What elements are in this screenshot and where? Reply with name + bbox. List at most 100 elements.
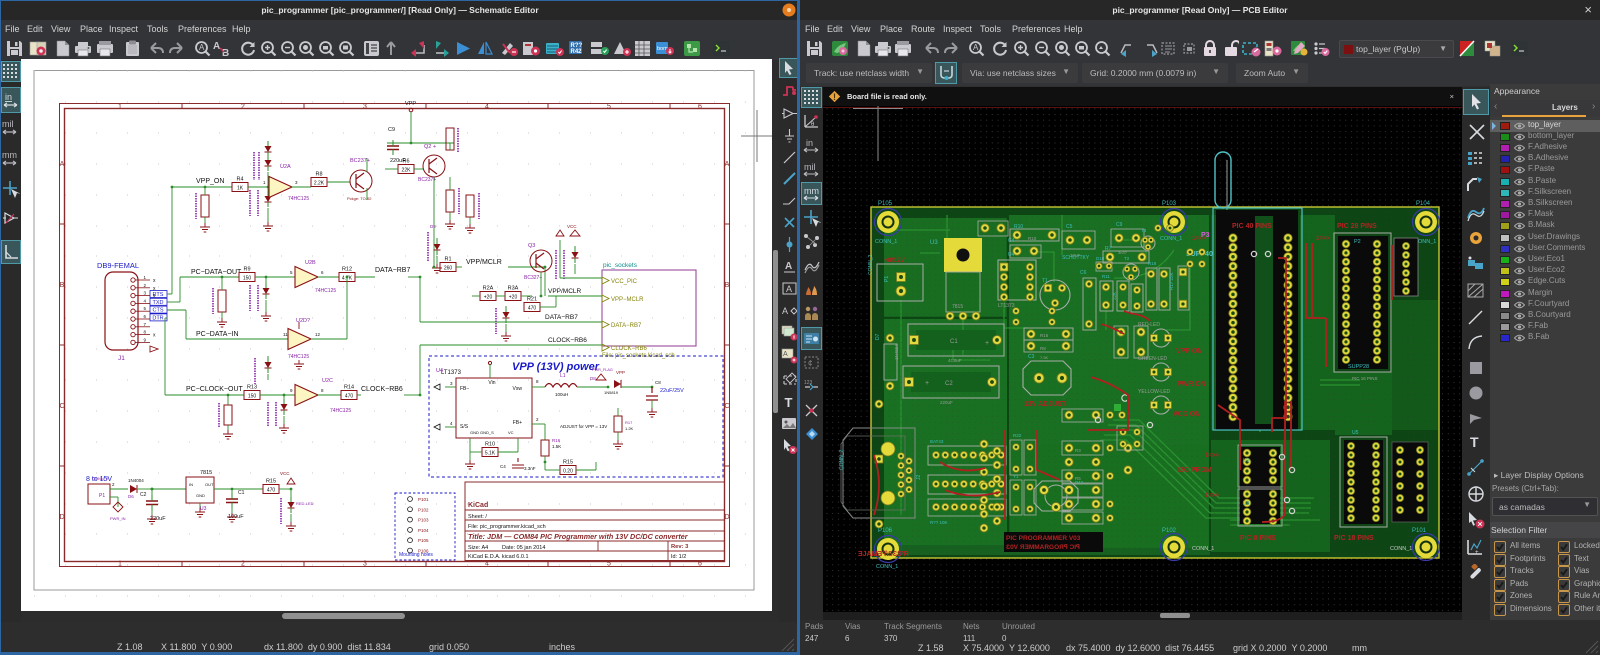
svg-text:DATA−RB7: DATA−RB7 (611, 323, 642, 329)
svg-text:VPP/MCLR: VPP/MCLR (466, 259, 502, 266)
svg-text:R16: R16 (1040, 333, 1049, 338)
svg-text:11: 11 (283, 332, 288, 337)
svg-text:R15: R15 (266, 479, 276, 485)
svg-text:BC327+: BC327+ (524, 275, 542, 281)
svg-text:74HC125: 74HC125 (288, 196, 309, 202)
svg-text:C2: C2 (945, 381, 953, 387)
svg-text:1=>>: 1=>> (1192, 236, 1206, 242)
svg-text:KiCad: KiCad (468, 502, 488, 509)
svg-text:CLOCK−RB6: CLOCK−RB6 (611, 346, 648, 352)
svg-text:13V ADJUST: 13V ADJUST (1024, 401, 1067, 408)
svg-text:R17: R17 (625, 420, 633, 425)
svg-text:6: 6 (698, 561, 702, 568)
svg-text:GND: GND (470, 430, 479, 435)
svg-text:B: B (60, 282, 65, 289)
svg-text:Pckge: TO-92: Pckge: TO-92 (347, 196, 372, 201)
svg-text:U2A: U2A (280, 164, 291, 170)
svg-text:C4: C4 (1008, 238, 1015, 244)
svg-text:D6: D6 (128, 494, 134, 499)
svg-text:1=>>: 1=>> (1205, 453, 1219, 459)
svg-text:Vin: Vin (488, 380, 495, 386)
svg-text:R17 22K: R17 22K (1169, 272, 1174, 290)
svg-text:Q2 +: Q2 + (424, 144, 436, 150)
svg-text:1.5K: 1.5K (552, 444, 561, 449)
svg-text:VPP−MCLR: VPP−MCLR (611, 297, 644, 303)
svg-text:U2C: U2C (322, 378, 333, 384)
svg-text:P4?: P4? (1075, 480, 1084, 485)
svg-text:PC−DATA−IN: PC−DATA−IN (196, 331, 239, 338)
svg-text:I2C PROM: I2C PROM (1178, 467, 1212, 474)
svg-text:5: 5 (607, 103, 611, 110)
svg-text:470: 470 (528, 306, 537, 312)
svg-text:DTR: DTR (152, 315, 163, 321)
svg-text:T3: T3 (1141, 228, 1147, 233)
svg-text:+: + (1475, 550, 1479, 556)
svg-text:C: C (724, 403, 729, 410)
svg-text:ƎJAMƎꟻ\SƐS’R: ƎJAMƎꟻ\SƐS’R (858, 550, 909, 558)
svg-text:P102: P102 (1162, 528, 1177, 534)
svg-text:P1: P1 (884, 276, 890, 282)
svg-text:R4: R4 (236, 177, 243, 183)
svg-text:22uF/25V: 22uF/25V (660, 388, 684, 394)
svg-text:4: 4 (485, 561, 489, 568)
svg-text:RTS: RTS (153, 292, 164, 298)
svg-text:LT1373: LT1373 (998, 303, 1015, 309)
svg-text:C9: C9 (388, 127, 395, 133)
svg-text:0.20: 0.20 (563, 469, 573, 475)
svg-text:SCHOTTKY: SCHOTTKY (1062, 255, 1090, 261)
svg-text:1N5819: 1N5819 (604, 390, 619, 395)
svg-text:YELLOW-LED: YELLOW-LED (1138, 389, 1171, 395)
svg-text:D: D (724, 514, 729, 521)
svg-text:A: A (785, 261, 792, 272)
svg-text:P2: P2 (1354, 239, 1361, 245)
svg-text:VCC_PIC: VCC_PIC (611, 279, 638, 285)
svg-text:J1: J1 (118, 355, 125, 362)
svg-text:Q3: Q3 (528, 243, 535, 249)
svg-text:R16: R16 (552, 438, 561, 443)
svg-text:TXD: TXD (153, 300, 164, 306)
svg-text:470: 470 (345, 394, 354, 400)
svg-text:Title: JDM — COM84 PIC Program: Title: JDM — COM84 PIC Programmer with 1… (468, 532, 689, 541)
svg-text:SUPP28: SUPP28 (1348, 364, 1369, 370)
svg-text:R11: R11 (1102, 274, 1110, 279)
svg-text:7815: 7815 (200, 470, 212, 476)
svg-text:2.2K: 2.2K (314, 181, 325, 187)
svg-text:PWR ON: PWR ON (1177, 381, 1206, 388)
svg-text:6: 6 (698, 103, 702, 110)
svg-text:R7: R7 (1105, 246, 1112, 252)
svg-text:4: 4 (485, 103, 489, 110)
svg-text:U3: U3 (930, 240, 938, 246)
svg-text:R10: R10 (485, 442, 495, 448)
svg-text:CLOCK−RB6: CLOCK−RB6 (548, 337, 587, 344)
svg-text:PIC 40 PINS: PIC 40 PINS (1232, 223, 1272, 230)
svg-text:R10: R10 (1028, 236, 1037, 241)
svg-text:PIC 18 PINS: PIC 18 PINS (1334, 535, 1374, 542)
svg-text:74HC125: 74HC125 (315, 288, 336, 294)
svg-text:1: 1 (118, 103, 122, 110)
svg-text:R22: R22 (1013, 433, 1022, 438)
svg-text:74HC125: 74HC125 (330, 408, 351, 414)
svg-text:22K: 22K (402, 168, 412, 174)
svg-text:A: A (60, 161, 65, 168)
svg-text:P104: P104 (418, 528, 429, 533)
svg-text:VPP ON: VPP ON (1176, 348, 1202, 355)
svg-text:22K: 22K (1112, 292, 1117, 300)
svg-text:in: in (806, 138, 813, 148)
svg-text:U1: U1 (1243, 458, 1250, 464)
svg-text:1: 1 (118, 561, 122, 568)
svg-text:VCC: VCC (280, 471, 290, 476)
svg-text:CONN_1: CONN_1 (875, 239, 897, 245)
svg-text:100uH: 100uH (555, 392, 568, 397)
svg-text:1N4004: 1N4004 (128, 478, 144, 483)
svg-text:mm: mm (804, 186, 819, 196)
svg-text:R42: R42 (571, 49, 583, 55)
svg-text:Rev: 3: Rev: 3 (671, 544, 689, 550)
svg-text:C6: C6 (1080, 270, 1087, 276)
svg-text:3.3nF: 3.3nF (524, 466, 536, 471)
svg-text:1=>>: 1=>> (1205, 493, 1219, 499)
svg-text:+: + (925, 380, 929, 387)
svg-text:T: T (785, 395, 793, 410)
svg-text:D7: D7 (875, 333, 881, 340)
svg-text:R1: R1 (444, 257, 451, 263)
svg-text:J2: J2 (916, 475, 922, 481)
